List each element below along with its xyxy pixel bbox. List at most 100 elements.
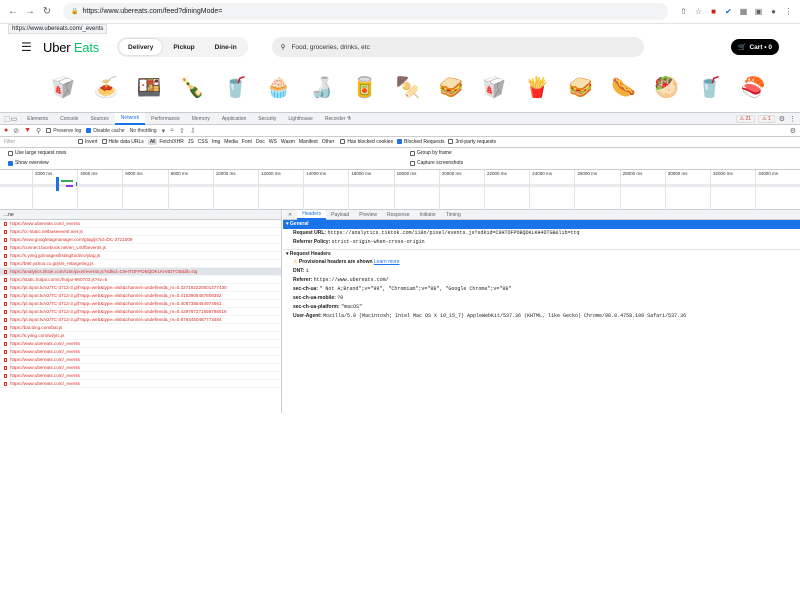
large-rows-checkbox[interactable]: Use large request rows — [8, 150, 66, 156]
request-row[interactable]: https://www.ubereats.com/_events — [0, 220, 281, 228]
more-options-icon[interactable]: ⋮ — [789, 115, 796, 123]
name-column-header[interactable]: ...ne — [0, 210, 282, 220]
request-row[interactable]: https://pt.ispot.tv/v2/TC-3713-3.gif?app… — [0, 284, 281, 292]
invert-checkbox[interactable]: Invert — [78, 139, 98, 145]
preserve-log-checkbox[interactable]: Preserve log — [46, 128, 81, 134]
errors-badge[interactable]: ⚠ 21 — [735, 114, 756, 123]
request-row[interactable]: https://www.ubereats.com/_events — [0, 372, 281, 380]
request-row[interactable]: https://pt.ispot.tv/v2/TC-3713-3.gif?app… — [0, 300, 281, 308]
filter-input[interactable]: Filter — [4, 139, 74, 145]
network-settings-icon[interactable]: ⚙ — [790, 127, 796, 135]
request-row[interactable]: https://www.ubereats.com/_events — [0, 340, 281, 348]
share-icon[interactable]: ⇧ — [678, 6, 689, 17]
group-frame-checkbox[interactable]: Group by frame — [410, 150, 452, 156]
category-15[interactable]: 🥤 — [695, 72, 725, 102]
filter-type-fetch-xhr[interactable]: Fetch/XHR — [157, 139, 185, 145]
reload-icon[interactable]: ↻ — [40, 5, 54, 19]
mode-dine-in[interactable]: Dine-in — [206, 39, 246, 55]
request-headers-section-header[interactable]: ▾ Request Headers — [283, 249, 800, 258]
search-icon[interactable]: ⚲ — [36, 127, 41, 135]
clear-icon[interactable]: ⊘ — [13, 127, 19, 135]
category-11[interactable]: 🍟 — [522, 72, 552, 102]
devtools-tab-console[interactable]: Console — [54, 113, 84, 125]
request-row[interactable]: https://www.ubereats.com/_events — [0, 364, 281, 372]
category-1[interactable]: 🍝 — [91, 72, 121, 102]
disable-cache-checkbox[interactable]: Disable cache — [86, 128, 125, 134]
devtools-tab-application[interactable]: Application — [216, 113, 252, 125]
address-bar[interactable]: 🔒 https://www.ubereats.com/feed?diningMo… — [63, 3, 668, 20]
chevron-down-icon[interactable]: ▾ — [162, 127, 166, 135]
category-12[interactable]: 🥪 — [566, 72, 596, 102]
request-row[interactable]: https://b90.yahoo.co.jp/js/s_retargeting… — [0, 260, 281, 268]
category-16[interactable]: 🍣 — [738, 72, 768, 102]
menu-dots-icon[interactable]: ⋮ — [783, 6, 794, 17]
settings-gear-icon[interactable]: ⚙ — [779, 115, 785, 123]
request-row[interactable]: https://s.yimg.com/wi/ytc.js — [0, 332, 281, 340]
mode-delivery[interactable]: Delivery — [119, 39, 163, 55]
general-section-header[interactable]: ▾ General — [283, 220, 800, 229]
warnings-badge[interactable]: ⚠ 1 — [758, 114, 775, 123]
capture-screenshots-checkbox[interactable]: Capture screenshots — [410, 160, 463, 166]
devtools-tab-recorder[interactable]: Recorder ⚗ — [319, 113, 357, 125]
filter-type-img[interactable]: Img — [210, 139, 222, 145]
detail-tab-payload[interactable]: Payload — [326, 210, 354, 220]
timeline-overview[interactable]: 2000 ms 4000 ms 6000 ms 8000 ms 10000 ms 1200… — [0, 170, 800, 210]
devtools-tab-elements[interactable]: Elements — [21, 113, 54, 125]
extension-puzzle-icon[interactable]: ▦ — [738, 6, 749, 17]
category-10[interactable]: 🥡 — [479, 72, 509, 102]
uber-eats-logo[interactable]: Uber Eats — [43, 40, 99, 55]
category-8[interactable]: 🍢 — [393, 72, 423, 102]
show-overview-checkbox[interactable]: Show overview — [8, 160, 49, 166]
category-5[interactable]: 🧁 — [264, 72, 294, 102]
request-row[interactable]: https://connect.facebook.net/en_US/fbeve… — [0, 244, 281, 252]
throttling-select[interactable]: No throttling — [130, 128, 157, 134]
cart-button[interactable]: 🛒 Cart • 0 — [731, 39, 779, 55]
search-input[interactable]: ⚲ Food, groceries, drinks, etc — [271, 37, 644, 57]
filter-type-other[interactable]: Other — [320, 139, 337, 145]
request-row[interactable]: https://bat.bing.com/bat.js — [0, 324, 281, 332]
request-row[interactable]: https://www.googletagmanager.com/gtag/js… — [0, 236, 281, 244]
category-6[interactable]: 🍶 — [307, 72, 337, 102]
request-row[interactable]: https://cc-static.netbaseevent.nier.js — [0, 228, 281, 236]
request-row[interactable]: https://analytics.tiktok.com/i18n/pixel/… — [0, 268, 281, 276]
category-14[interactable]: 🥙 — [652, 72, 682, 102]
detail-tab-headers[interactable]: Headers — [297, 209, 327, 220]
profile-icon[interactable]: ● — [768, 6, 779, 17]
filter-type-ws[interactable]: WS — [267, 139, 279, 145]
filter-type-doc[interactable]: Doc — [254, 139, 267, 145]
mode-pickup[interactable]: Pickup — [164, 39, 203, 55]
devtools-tab-security[interactable]: Security — [252, 113, 282, 125]
export-icon[interactable]: ⇩ — [190, 127, 196, 135]
devtools-tab-network[interactable]: Network — [114, 112, 146, 125]
category-2[interactable]: 🍱 — [134, 72, 164, 102]
request-row[interactable]: https://www.ubereats.com/_events — [0, 356, 281, 364]
request-row[interactable]: https://www.ubereats.com/_events — [0, 348, 281, 356]
filter-type-manifest[interactable]: Manifest — [297, 139, 320, 145]
category-0[interactable]: 🥡 — [48, 72, 78, 102]
category-9[interactable]: 🥪 — [436, 72, 466, 102]
bookmark-star-icon[interactable]: ☆ — [693, 6, 704, 17]
filter-type-media[interactable]: Media — [222, 139, 240, 145]
blocked-requests-checkbox[interactable]: Blocked Requests — [397, 139, 444, 145]
filter-type-font[interactable]: Font — [240, 139, 254, 145]
blocked-cookies-checkbox[interactable]: Has blocked cookies — [340, 139, 393, 145]
devtools-tab-performance[interactable]: Performance — [145, 113, 186, 125]
device-toggle-icon[interactable]: ▭ — [11, 115, 18, 123]
request-row[interactable]: https://s.yimg.jp/images/listing/tool/cv… — [0, 252, 281, 260]
devtools-tab-memory[interactable]: Memory — [186, 113, 216, 125]
request-row[interactable]: https://pt.ispot.tv/v2/TC-3713-3.gif?app… — [0, 308, 281, 316]
third-party-checkbox[interactable]: 3rd-party requests — [448, 139, 496, 145]
category-3[interactable]: 🍾 — [177, 72, 207, 102]
devtools-tab-lighthouse[interactable]: Lighthouse — [282, 113, 318, 125]
category-7[interactable]: 🥫 — [350, 72, 380, 102]
category-13[interactable]: 🌭 — [609, 72, 639, 102]
back-arrow-icon[interactable]: ← — [6, 5, 20, 19]
filter-type-css[interactable]: CSS — [196, 139, 210, 145]
extension-grid-icon[interactable]: ▣ — [753, 6, 764, 17]
import-icon[interactable]: ⇧ — [179, 127, 185, 135]
wifi-icon[interactable]: ≈ — [170, 127, 174, 134]
request-row[interactable]: https://static.hotjar.com/c/hotjar-96070… — [0, 276, 281, 284]
devtools-tab-sources[interactable]: Sources — [84, 113, 114, 125]
request-row[interactable]: https://www.ubereats.com/_events — [0, 380, 281, 388]
filter-type-js[interactable]: JS — [186, 139, 196, 145]
